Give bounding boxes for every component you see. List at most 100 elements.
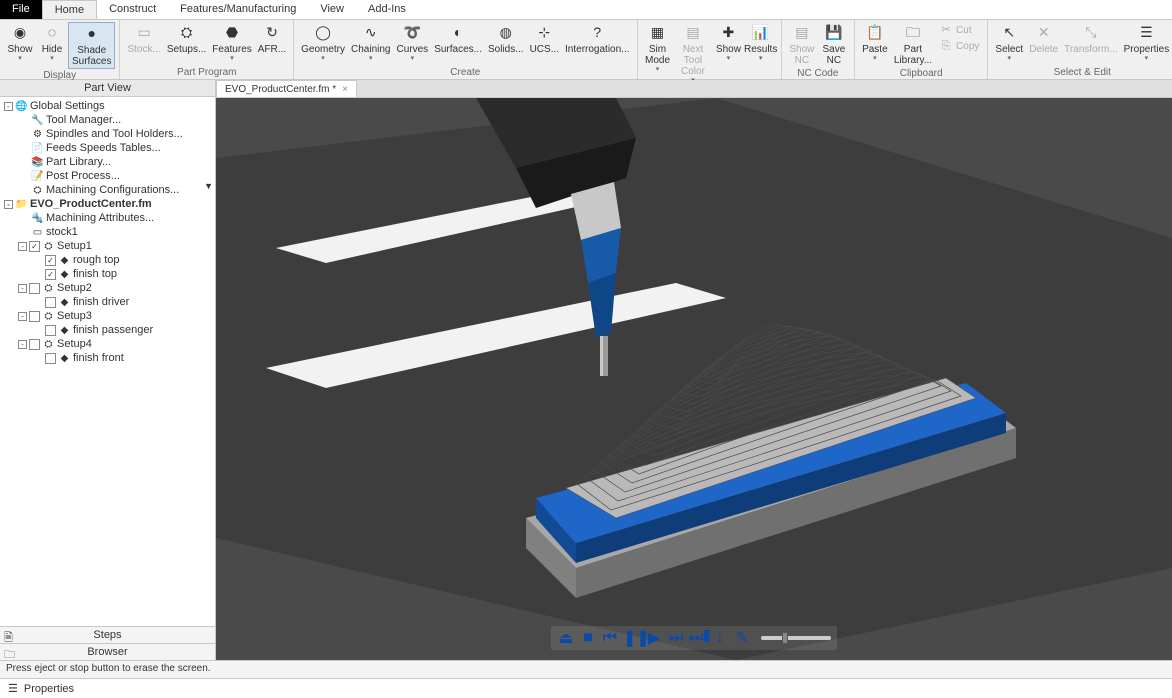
expand-icon[interactable]: -	[18, 242, 27, 251]
tree-item[interactable]: -⛭Setup3	[2, 309, 213, 323]
results-button[interactable]: 📊Results▾	[744, 22, 776, 64]
3d-canvas[interactable]: TOOLBOX ◂	[216, 98, 1172, 660]
checkbox[interactable]: ✓	[29, 241, 40, 252]
curves-button[interactable]: ➰Curves▾	[394, 22, 432, 64]
checkbox[interactable]	[45, 325, 56, 336]
tree-item[interactable]: ✓◆rough top	[2, 253, 213, 267]
tree-item[interactable]: 📝Post Process...	[2, 169, 213, 183]
ribbon-group-label: Part Program	[124, 66, 289, 79]
tree-item[interactable]: -✓⛭Setup1	[2, 239, 213, 253]
checkbox[interactable]	[29, 283, 40, 294]
afr-button[interactable]: ↻AFR...	[255, 22, 289, 56]
menu-tab-home[interactable]: Home	[42, 0, 97, 19]
expand-icon[interactable]: -	[4, 102, 13, 111]
save-nc-label: Save	[822, 44, 845, 55]
properties-bar[interactable]: ☰ Properties	[0, 678, 1172, 698]
ucs-button[interactable]: ⊹UCS...	[527, 22, 562, 56]
checkbox[interactable]	[45, 297, 56, 308]
surfaces-label: Surfaces...	[434, 44, 482, 55]
sim-mode-button[interactable]: ▦SimMode▾	[642, 22, 674, 75]
playback-btn-8[interactable]: ✎	[733, 628, 751, 648]
playback-btn-6[interactable]: ⏭❚	[689, 629, 707, 647]
tree-label: Tool Manager...	[46, 114, 121, 126]
expand-icon[interactable]: -	[18, 284, 27, 293]
hide-button[interactable]: ◌Hide▾	[36, 22, 68, 64]
ribbon-group-simulation: ▦SimMode▾▤Next ToolColor▾✚Show▾📊Results▾…	[638, 20, 782, 79]
tree-item[interactable]: -📁EVO_ProductCenter.fm	[2, 197, 213, 211]
menu-tab-addins[interactable]: Add-Ins	[356, 0, 418, 19]
tree-item[interactable]: ▭stock1	[2, 225, 213, 239]
tree-icon: 🔧	[31, 114, 44, 127]
tree-item[interactable]: -⛭Setup4	[2, 337, 213, 351]
tree-item[interactable]: ◆finish front	[2, 351, 213, 364]
tree-item[interactable]: ⛭Machining Configurations...	[2, 183, 213, 197]
checkbox[interactable]	[45, 353, 56, 364]
setups-button[interactable]: ⛭Setups...	[164, 22, 209, 56]
expand-icon[interactable]: -	[18, 340, 27, 349]
ribbon-group-display: ◉Show▾◌Hide▾●ShadeSurfacesDisplay	[0, 20, 120, 79]
part-library-button[interactable]: 🗀PartLibrary...	[891, 22, 935, 67]
tree-item[interactable]: 🔩Machining Attributes...	[2, 211, 213, 225]
interrogation-button[interactable]: ?Interrogation...	[562, 22, 632, 56]
close-tab-icon[interactable]: ×	[342, 84, 348, 95]
tree-item[interactable]: 📄Feeds Speeds Tables...	[2, 141, 213, 155]
tree-dropdown-icon[interactable]: ▼	[204, 181, 213, 191]
tree-icon: 🌐	[15, 100, 28, 113]
playback-btn-7[interactable]: ↕	[711, 629, 729, 647]
steps-label: Steps	[93, 629, 121, 641]
checkbox[interactable]	[29, 339, 40, 350]
menu-tab-construct[interactable]: Construct	[97, 0, 168, 19]
tree-icon: 📄	[31, 142, 44, 155]
select-button[interactable]: ↖Select▾	[992, 22, 1026, 64]
geometry-button[interactable]: ◯Geometry▾	[298, 22, 348, 64]
tree-item[interactable]: ✓◆finish top	[2, 267, 213, 281]
menu-tab-view[interactable]: View	[308, 0, 356, 19]
menu-file[interactable]: File	[0, 0, 42, 19]
tree-item[interactable]: ◆finish driver	[2, 295, 213, 309]
features-button[interactable]: ⬣Features▾	[209, 22, 254, 64]
tree-icon: ◆	[58, 296, 71, 309]
checkbox[interactable]	[29, 311, 40, 322]
save-nc-button[interactable]: 💾SaveNC	[818, 22, 850, 67]
expand-icon[interactable]: -	[4, 200, 13, 209]
part-view-tree[interactable]: -🌐Global Settings🔧Tool Manager...⚙Spindl…	[0, 97, 215, 364]
tree-item[interactable]: ◆finish passenger	[2, 323, 213, 337]
tree-icon: ◆	[58, 254, 71, 267]
tree-item[interactable]: 🔧Tool Manager...	[2, 113, 213, 127]
show-button[interactable]: ◉Show▾	[4, 22, 36, 64]
surfaces-button[interactable]: ◐Surfaces...	[431, 22, 485, 56]
tree-item[interactable]: -🌐Global Settings	[2, 99, 213, 113]
properties-icon: ☰	[1136, 23, 1156, 43]
sim-mode-icon: ▦	[648, 23, 668, 43]
checkbox[interactable]: ✓	[45, 255, 56, 266]
expand-icon[interactable]: -	[18, 312, 27, 321]
menu-tab-features[interactable]: Features/Manufacturing	[168, 0, 308, 19]
part-library-label: Part	[904, 44, 922, 55]
playback-btn-1[interactable]: ■	[579, 629, 597, 647]
paste-button[interactable]: 📋Paste▾	[859, 22, 891, 64]
next-tool-label: Next Tool	[677, 44, 710, 66]
playback-btn-5[interactable]: ⏭	[667, 629, 685, 647]
steps-bar[interactable]: 🗎 Steps	[0, 626, 215, 643]
playback-btn-2[interactable]: ⏮	[601, 629, 619, 647]
solids-button[interactable]: ◍Solids...	[485, 22, 527, 56]
tree-item[interactable]: -⛭Setup2	[2, 281, 213, 295]
ribbon-group-label: Clipboard	[859, 67, 984, 80]
chaining-button[interactable]: ∿Chaining▾	[348, 22, 393, 64]
show-sim-button[interactable]: ✚Show▾	[712, 22, 744, 64]
document-tab[interactable]: EVO_ProductCenter.fm * ×	[216, 80, 357, 97]
playback-btn-0[interactable]: ⏏	[557, 628, 575, 648]
select-label: Select	[995, 44, 1023, 55]
next-tool-label: Color	[681, 66, 705, 77]
playback-btn-3[interactable]: ❚❚	[623, 628, 641, 648]
browser-bar[interactable]: 🗀 Browser	[0, 643, 215, 660]
playback-speed-slider[interactable]	[761, 636, 831, 640]
properties-button[interactable]: ☰Properties▾	[1121, 22, 1172, 64]
shade-surfaces-button[interactable]: ●ShadeSurfaces	[68, 22, 115, 69]
checkbox[interactable]: ✓	[45, 269, 56, 280]
playback-btn-4[interactable]: ▶	[645, 628, 663, 648]
tree-label: Setup1	[57, 240, 92, 252]
slider-thumb[interactable]	[782, 632, 788, 644]
tree-item[interactable]: ⚙Spindles and Tool Holders...	[2, 127, 213, 141]
tree-item[interactable]: 📚Part Library...	[2, 155, 213, 169]
